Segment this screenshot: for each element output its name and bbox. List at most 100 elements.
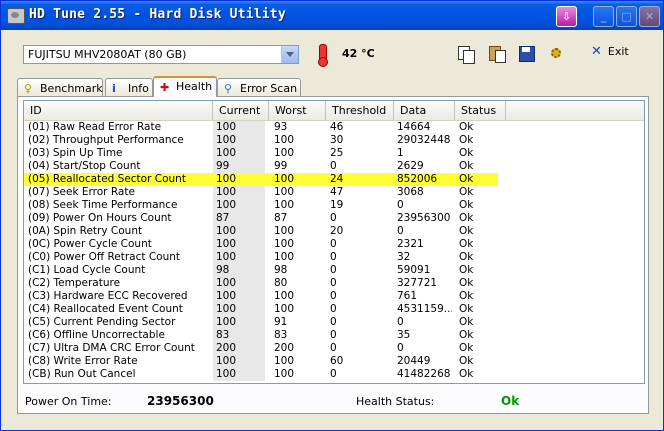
table-row[interactable]: (0A) Spin Retry Count 100 100 20 0 Ok xyxy=(24,225,644,238)
threshold-value: 60 xyxy=(330,355,344,367)
raw-data-value: 852006 xyxy=(397,173,438,185)
table-row[interactable]: (C7) Ultra DMA CRC Error Count 200 200 0 0 Ok xyxy=(24,342,644,355)
threshold-value: 0 xyxy=(330,342,337,354)
status-value: Ok xyxy=(459,264,474,276)
attribute-name: (C2) Temperature xyxy=(28,277,121,289)
status-value: Ok xyxy=(459,225,474,237)
column-header-current[interactable]: Current xyxy=(213,101,269,120)
threshold-value: 0 xyxy=(330,264,337,276)
status-value: Ok xyxy=(459,290,474,302)
worst-value: 100 xyxy=(274,251,295,263)
table-row[interactable]: (08) Seek Time Performance 100 100 19 0 Ok xyxy=(24,199,644,212)
status-value: Ok xyxy=(459,238,474,250)
worst-value: 100 xyxy=(274,238,295,250)
raw-data-value: 761 xyxy=(397,290,418,302)
worst-value: 100 xyxy=(274,290,295,302)
current-value: 100 xyxy=(213,277,265,290)
temperature-readout: 42 °C xyxy=(342,47,375,60)
threshold-value: 46 xyxy=(330,121,344,133)
status-footer: Power On Time: 23956300 Health Status: O… xyxy=(18,387,648,413)
close-x-icon: ✕ xyxy=(591,44,602,59)
worst-value: 83 xyxy=(274,329,288,341)
table-row[interactable]: (0C) Power Cycle Count 100 100 0 2321 Ok xyxy=(24,238,644,251)
table-row[interactable]: (04) Start/Stop Count 99 99 0 2629 Ok xyxy=(24,160,644,173)
column-header-id[interactable]: ID xyxy=(24,101,213,120)
tab-error-scan[interactable]: ⚲ Error Scan xyxy=(217,78,301,96)
current-value: 100 xyxy=(213,251,265,264)
health-status-label: Health Status: xyxy=(356,395,435,408)
current-value: 100 xyxy=(213,290,265,303)
paste-icon[interactable] xyxy=(488,45,506,63)
attribute-name: (08) Seek Time Performance xyxy=(28,199,178,211)
attribute-name: (04) Start/Stop Count xyxy=(28,160,141,172)
exit-button[interactable]: ✕ Exit xyxy=(591,44,629,64)
raw-data-value: 4531159... xyxy=(397,303,452,315)
table-row[interactable]: (09) Power On Hours Count 87 87 0 23956300 Ok xyxy=(24,212,644,225)
benchmark-icon: ♀ xyxy=(24,82,33,95)
tab-error-scan-label: Error Scan xyxy=(240,82,298,95)
raw-data-value: 327721 xyxy=(397,277,438,289)
worst-value: 100 xyxy=(274,225,295,237)
table-row[interactable]: (CB) Run Out Cancel 100 100 0 41482268 Ok xyxy=(24,368,644,381)
table-row[interactable]: (C5) Current Pending Sector 100 91 0 0 Ok xyxy=(24,316,644,329)
maximize-button[interactable]: □ xyxy=(616,6,637,27)
save-icon[interactable] xyxy=(518,45,536,63)
tab-benchmark[interactable]: ♀ Benchmark xyxy=(17,78,103,96)
chevron-down-icon[interactable] xyxy=(281,46,298,63)
status-value: Ok xyxy=(459,199,474,211)
table-row-selected[interactable]: (05) Reallocated Sector Count 100 100 24 852… xyxy=(24,173,644,186)
power-on-label: Power On Time: xyxy=(25,395,112,408)
options-icon[interactable] xyxy=(549,45,567,63)
smart-attribute-list[interactable]: ID Current Worst Threshold Data Status (… xyxy=(23,100,645,384)
worst-value: 100 xyxy=(274,355,295,367)
attribute-name: (C4) Reallocated Event Count xyxy=(28,303,183,315)
health-cross-icon: ✚ xyxy=(160,81,170,94)
current-value: 100 xyxy=(213,368,265,381)
table-row[interactable]: (C4) Reallocated Event Count 100 100 0 45311… xyxy=(24,303,644,316)
worst-value: 100 xyxy=(274,303,295,315)
current-value: 100 xyxy=(213,199,265,212)
download-button[interactable]: ⇩ xyxy=(556,6,577,27)
threshold-value: 0 xyxy=(330,277,337,289)
table-row[interactable]: (C0) Power Off Retract Count 100 100 0 32 Ok xyxy=(24,251,644,264)
current-value: 100 xyxy=(213,316,265,329)
raw-data-value: 59091 xyxy=(397,264,431,276)
table-row[interactable]: (01) Raw Read Error Rate 100 93 46 14664 Ok xyxy=(24,121,644,134)
table-row[interactable]: (C2) Temperature 100 80 0 327721 Ok xyxy=(24,277,644,290)
threshold-value: 30 xyxy=(330,134,344,146)
title-bar[interactable]: HD Tune 2.55 - Hard Disk Utility ⇩ _ □ ✕ xyxy=(1,1,663,30)
attribute-name: (02) Throughput Performance xyxy=(28,134,184,146)
table-row[interactable]: (02) Throughput Performance 100 100 30 29032… xyxy=(24,134,644,147)
raw-data-value: 1 xyxy=(397,147,404,159)
status-value: Ok xyxy=(459,121,474,133)
tab-benchmark-label: Benchmark xyxy=(40,82,103,95)
column-header-worst[interactable]: Worst xyxy=(269,101,326,120)
raw-data-value: 23956300 xyxy=(397,212,451,224)
threshold-value: 0 xyxy=(330,212,337,224)
threshold-value: 24 xyxy=(330,173,344,185)
column-header-threshold[interactable]: Threshold xyxy=(326,101,394,120)
table-row[interactable]: (C3) Hardware ECC Recovered 100 100 0 761 Ok xyxy=(24,290,644,303)
worst-value: 98 xyxy=(274,264,288,276)
status-value: Ok xyxy=(459,277,474,289)
tab-health[interactable]: ✚ Health xyxy=(153,76,217,97)
column-header-data[interactable]: Data xyxy=(394,101,455,120)
minimize-button[interactable]: _ xyxy=(593,6,614,27)
table-row[interactable]: (C6) Offline Uncorrectable 83 83 0 35 Ok xyxy=(24,329,644,342)
table-row[interactable]: (C1) Load Cycle Count 98 98 0 59091 Ok xyxy=(24,264,644,277)
current-value: 100 xyxy=(213,238,265,251)
drive-select[interactable]: FUJITSU MHV2080AT (80 GB) xyxy=(23,45,299,64)
worst-value: 100 xyxy=(274,134,295,146)
column-header-status[interactable]: Status xyxy=(455,101,506,120)
status-value: Ok xyxy=(459,251,474,263)
table-row[interactable]: (C8) Write Error Rate 100 100 60 20449 Ok xyxy=(24,355,644,368)
copy-icon[interactable] xyxy=(457,45,475,64)
tab-info-label: Info xyxy=(128,82,149,95)
current-value: 100 xyxy=(216,173,237,185)
close-button[interactable]: ✕ xyxy=(639,6,660,27)
raw-data-value: 20449 xyxy=(397,355,431,367)
threshold-value: 0 xyxy=(330,238,337,250)
table-row[interactable]: (07) Seek Error Rate 100 100 47 3068 Ok xyxy=(24,186,644,199)
tab-info[interactable]: i Info xyxy=(105,78,153,96)
table-row[interactable]: (03) Spin Up Time 100 100 25 1 Ok xyxy=(24,147,644,160)
